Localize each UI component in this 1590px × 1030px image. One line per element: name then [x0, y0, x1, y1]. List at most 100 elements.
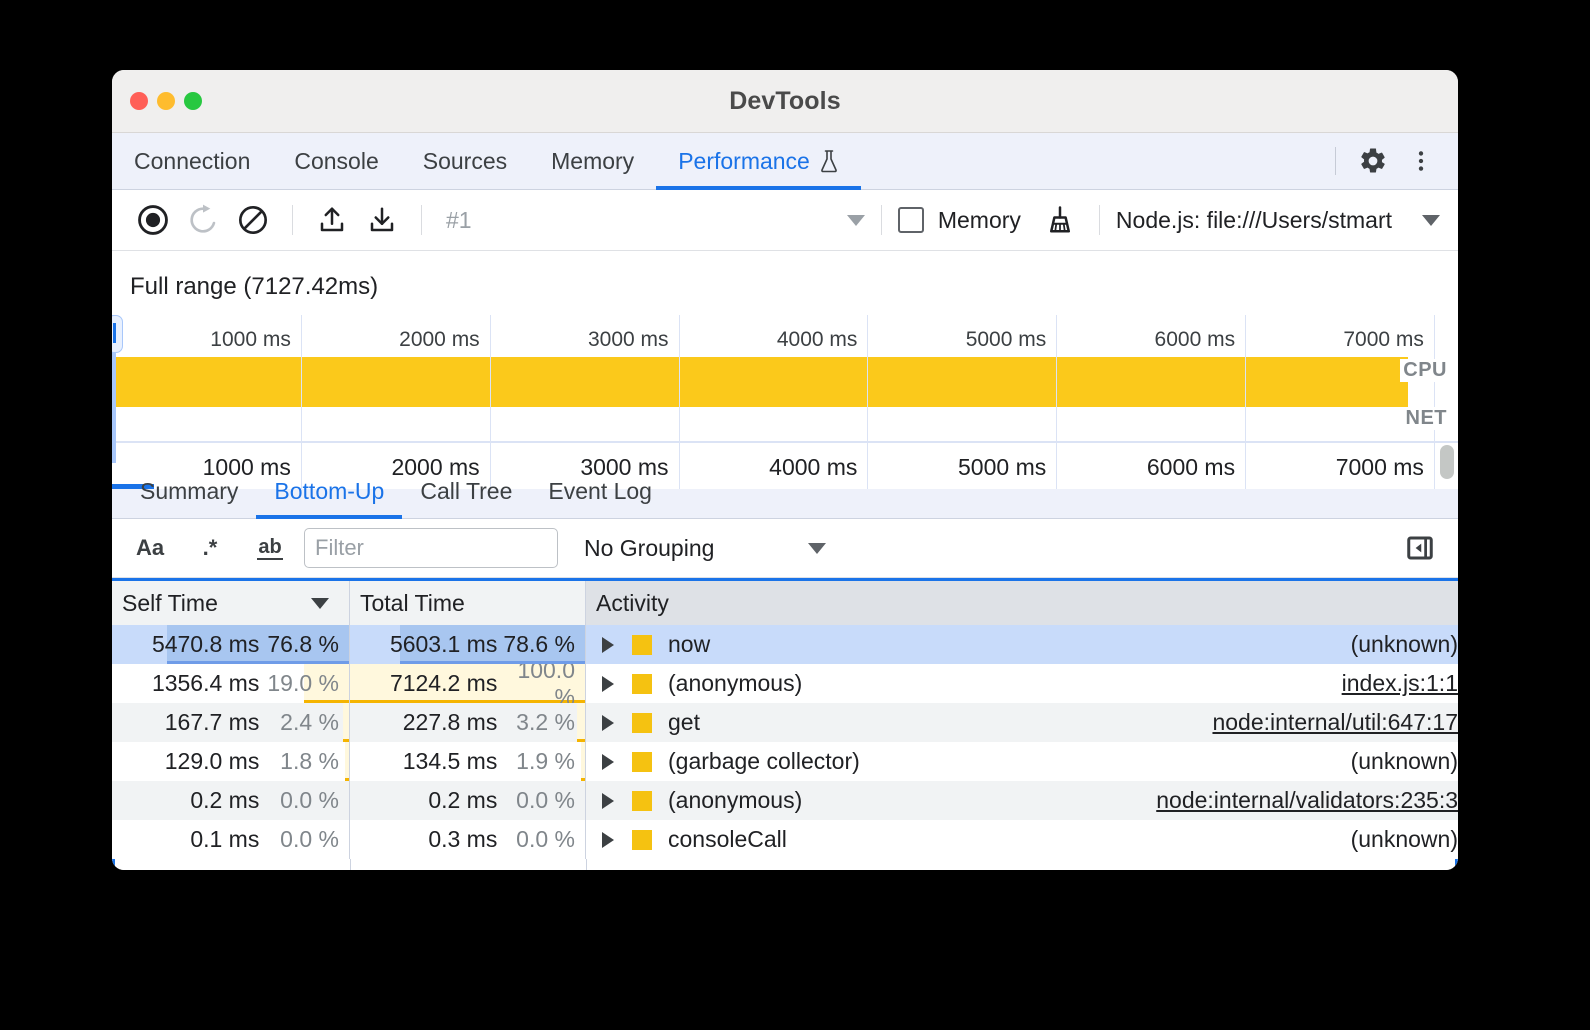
- cell-total-time: 0.3 ms0.0 %: [350, 820, 586, 859]
- triangle-right-icon[interactable]: [602, 754, 614, 770]
- tab-performance-label: Performance: [678, 148, 810, 175]
- load-profile-button[interactable]: [309, 197, 355, 243]
- overview-pane[interactable]: 1000 ms2000 ms3000 ms4000 ms5000 ms6000 …: [112, 315, 1458, 463]
- timeline-gridline: [1056, 443, 1057, 489]
- tab-sources-label: Sources: [423, 148, 507, 175]
- tab-call-tree[interactable]: Call Tree: [402, 464, 530, 518]
- cell-self-time: 129.0 ms1.8 %: [112, 742, 350, 781]
- triangle-right-icon[interactable]: [602, 715, 614, 731]
- activity-source-link[interactable]: index.js:1:1: [1342, 670, 1458, 697]
- overview-gridline: [1245, 407, 1246, 441]
- tab-call-tree-label: Call Tree: [420, 478, 512, 505]
- grouping-select-label[interactable]: No Grouping: [584, 535, 714, 562]
- column-header-total-time[interactable]: Total Time: [350, 581, 586, 625]
- triangle-right-icon[interactable]: [602, 637, 614, 653]
- activity-source-link[interactable]: node:internal/validators:235:3: [1156, 787, 1458, 814]
- tab-connection[interactable]: Connection: [112, 133, 272, 189]
- minimize-window-button[interactable]: [157, 92, 175, 110]
- target-selector-caret[interactable]: [1422, 215, 1440, 226]
- overview-tick-label: 1000 ms: [210, 328, 301, 352]
- tab-memory-label: Memory: [551, 148, 634, 175]
- net-track[interactable]: NET: [112, 407, 1458, 443]
- tab-summary[interactable]: Summary: [122, 464, 256, 518]
- activity-source-label: (unknown): [1351, 631, 1458, 658]
- overview-gridline: [867, 357, 868, 407]
- overview-tick-label: 2000 ms: [399, 328, 490, 352]
- tab-console[interactable]: Console: [272, 133, 400, 189]
- activity-color-swatch: [632, 635, 652, 655]
- maximize-window-button[interactable]: [184, 92, 202, 110]
- total-time-percent: 100.0 %: [497, 664, 585, 703]
- close-window-button[interactable]: [130, 92, 148, 110]
- table-row[interactable]: 0.2 ms0.0 %0.2 ms0.0 %(anonymous)node:in…: [112, 781, 1458, 820]
- self-time-value: 5470.8 ms: [112, 631, 259, 658]
- self-time-percent: 76.8 %: [259, 631, 349, 658]
- column-header-self-time-label: Self Time: [122, 590, 218, 617]
- bottom-up-table: Self Time Total Time Activity 5470.8 ms7…: [112, 578, 1458, 870]
- main-tabbar: Connection Console Sources Memory Perfor…: [112, 133, 1458, 190]
- reload-and-record-button[interactable]: [180, 197, 226, 243]
- memory-checkbox[interactable]: [898, 207, 924, 233]
- regex-button[interactable]: .*: [188, 526, 232, 570]
- overview-gridline: [679, 407, 680, 441]
- download-icon: [367, 205, 397, 235]
- sidebar-toggle-button[interactable]: [1398, 526, 1442, 570]
- column-header-self-time[interactable]: Self Time: [112, 581, 350, 625]
- more-options-button[interactable]: [1400, 140, 1442, 182]
- range-handle-left[interactable]: [112, 315, 123, 353]
- whole-word-button[interactable]: ab: [248, 526, 292, 570]
- activity-name: get: [668, 709, 700, 736]
- match-case-button[interactable]: Aa: [128, 526, 172, 570]
- triangle-right-icon[interactable]: [602, 793, 614, 809]
- overview-scrollbar-thumb[interactable]: [1440, 445, 1454, 479]
- triangle-right-icon[interactable]: [602, 832, 614, 848]
- clear-recording-button[interactable]: [230, 197, 276, 243]
- target-selector-label[interactable]: Node.js: file:///Users/stmart: [1116, 207, 1392, 234]
- timeline-tick-label: 5000 ms: [958, 454, 1056, 481]
- tab-performance[interactable]: Performance: [656, 133, 861, 189]
- tab-memory[interactable]: Memory: [529, 133, 656, 189]
- tab-bottom-up[interactable]: Bottom-Up: [256, 464, 402, 518]
- toolbar-divider-1: [292, 205, 293, 235]
- overview-gridline: [1056, 407, 1057, 441]
- cell-self-time: 1356.4 ms19.0 %: [112, 664, 350, 703]
- settings-button[interactable]: [1352, 140, 1394, 182]
- tab-sources[interactable]: Sources: [401, 133, 529, 189]
- total-time-percent: 1.9 %: [497, 748, 585, 775]
- recording-selector-label[interactable]: #1: [446, 207, 472, 234]
- cpu-track[interactable]: CPU: [112, 357, 1458, 407]
- toolbar-divider-4: [1099, 205, 1100, 235]
- overview-tick-label: 3000 ms: [588, 328, 679, 352]
- cell-self-time: 0.2 ms0.0 %: [112, 781, 350, 820]
- record-button[interactable]: [130, 197, 176, 243]
- match-case-icon: Aa: [136, 535, 164, 561]
- activity-source-link[interactable]: node:internal/util:647:17: [1212, 709, 1458, 736]
- table-row[interactable]: 129.0 ms1.8 %134.5 ms1.9 %(garbage colle…: [112, 742, 1458, 781]
- memory-label[interactable]: Memory: [938, 207, 1021, 234]
- column-separator: [586, 859, 587, 870]
- filter-input[interactable]: [304, 528, 558, 568]
- table-row[interactable]: 0.1 ms0.0 %0.3 ms0.0 %consoleCall(unknow…: [112, 820, 1458, 859]
- activity-name: (anonymous): [668, 670, 802, 697]
- save-profile-button[interactable]: [359, 197, 405, 243]
- recording-selector-caret[interactable]: [847, 215, 865, 226]
- triangle-right-icon[interactable]: [602, 676, 614, 692]
- table-row[interactable]: 167.7 ms2.4 %227.8 ms3.2 %getnode:intern…: [112, 703, 1458, 742]
- cpu-track-label: CPU: [1400, 359, 1450, 382]
- overview-gridline: [1245, 357, 1246, 407]
- tab-connection-label: Connection: [134, 148, 250, 175]
- total-time-value: 134.5 ms: [350, 748, 497, 775]
- grouping-select-caret[interactable]: [808, 543, 826, 554]
- cell-activity: get node:internal/util:647:17: [586, 703, 1458, 742]
- timeline-tick-label: 6000 ms: [1147, 454, 1245, 481]
- self-time-value: 0.2 ms: [112, 787, 259, 814]
- table-row[interactable]: 5470.8 ms76.8 %5603.1 ms78.6 %now(unknow…: [112, 625, 1458, 664]
- collect-garbage-button[interactable]: [1037, 197, 1083, 243]
- overview-gridline: [1056, 315, 1057, 357]
- total-time-value: 0.2 ms: [350, 787, 497, 814]
- timeline-gridline: [867, 443, 868, 489]
- table-row[interactable]: 1356.4 ms19.0 %7124.2 ms100.0 %(anonymou…: [112, 664, 1458, 703]
- tab-event-log[interactable]: Event Log: [530, 464, 670, 518]
- column-header-activity[interactable]: Activity: [586, 581, 1458, 625]
- overview-gridline: [1056, 357, 1057, 407]
